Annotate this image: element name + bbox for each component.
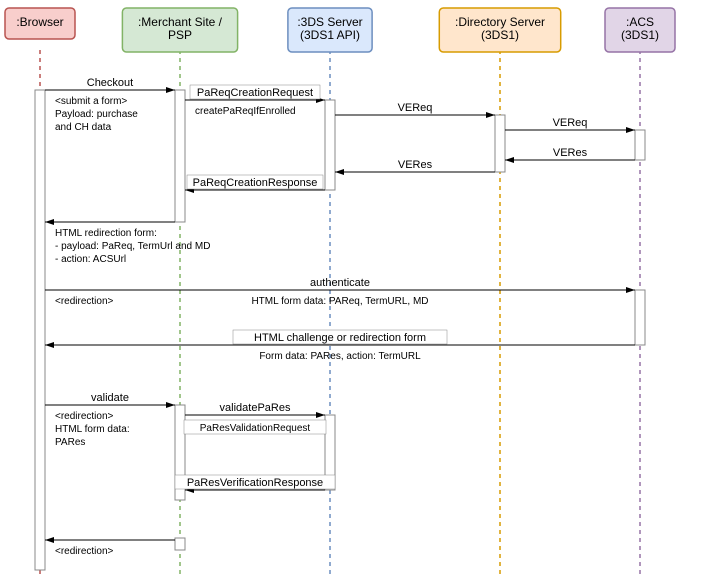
activation-acs xyxy=(635,290,645,345)
message-label: authenticate xyxy=(310,277,370,289)
activation-merchant xyxy=(175,90,185,222)
sequence-diagram: :Browser:Merchant Site /PSP:3DS Server(3… xyxy=(0,0,720,586)
activation-acs xyxy=(635,130,645,160)
svg-text:createPaReqIfEnrolled: createPaReqIfEnrolled xyxy=(195,106,296,117)
activation-browser xyxy=(35,90,45,570)
message-label: PaResVerificationResponse xyxy=(187,477,323,489)
svg-text:<redirection>: <redirection> xyxy=(55,296,114,307)
svg-text:<redirection>HTML form data:PA: <redirection>HTML form data:PARes xyxy=(55,411,130,448)
activation-merchant xyxy=(175,538,185,550)
message-label: VEReq xyxy=(553,117,588,129)
message-label: validatePaRes xyxy=(220,402,291,414)
svg-text:Form data: PARes, action: Term: Form data: PARes, action: TermURL xyxy=(259,351,421,362)
svg-text:<submit a form>Payload: purcha: <submit a form>Payload: purchaseand CH d… xyxy=(55,96,138,133)
activation-ds xyxy=(495,115,505,172)
svg-text:<redirection>: <redirection> xyxy=(55,546,114,557)
message-label: HTML challenge or redirection form xyxy=(254,332,426,344)
svg-text:HTML form data: PAReq, TermURL: HTML form data: PAReq, TermURL, MD xyxy=(251,296,428,307)
svg-text::3DS Server(3DS1 API): :3DS Server(3DS1 API) xyxy=(297,15,362,42)
svg-text:HTML redirection form:- payloa: HTML redirection form:- payload: PaReq, … xyxy=(55,228,210,265)
message-label: validate xyxy=(91,392,129,404)
message-label: PaReqCreationResponse xyxy=(193,177,318,189)
message-label: VERes xyxy=(398,159,433,171)
message-label: VEReq xyxy=(398,102,433,114)
message-label: PaReqCreationRequest xyxy=(197,87,313,99)
message-label: VERes xyxy=(553,147,588,159)
activation-3dss xyxy=(325,100,335,190)
svg-text::Browser: :Browser xyxy=(16,15,63,29)
message-label: Checkout xyxy=(87,77,133,89)
svg-text::ACS(3DS1): :ACS(3DS1) xyxy=(621,15,659,42)
svg-text:PaResValidationRequest: PaResValidationRequest xyxy=(200,423,311,434)
